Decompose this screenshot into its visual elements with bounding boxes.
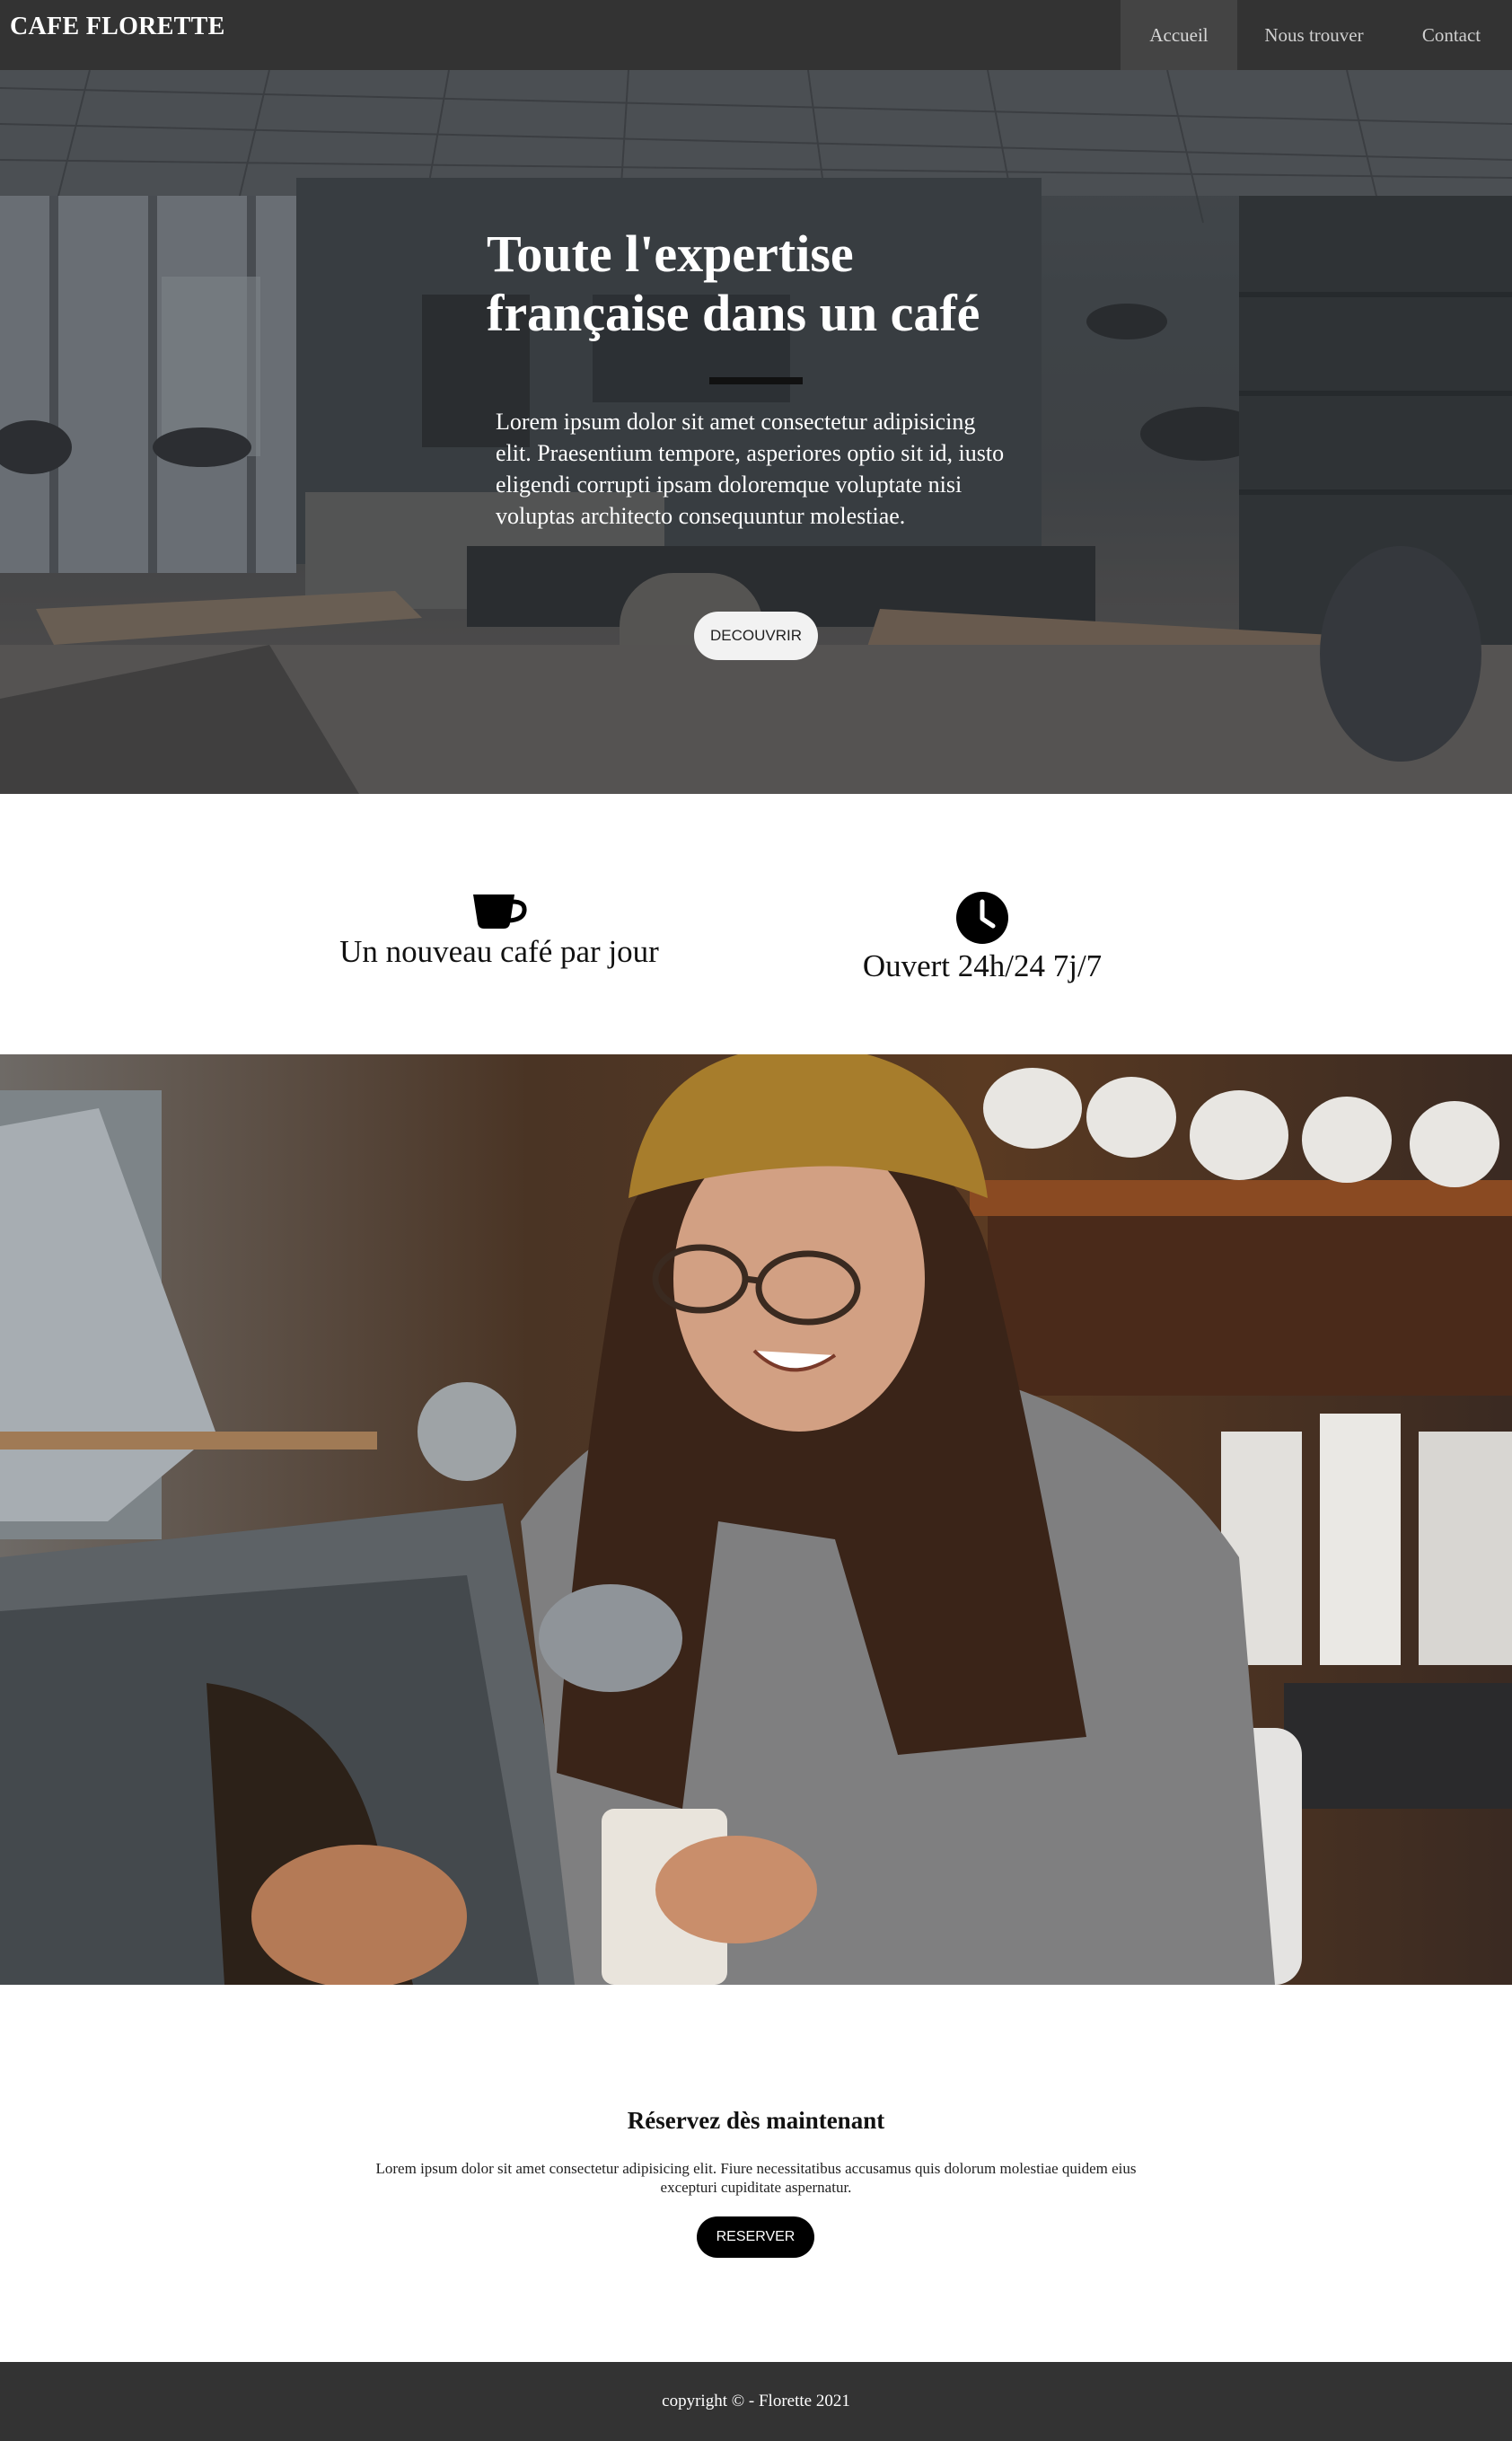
clock-icon [956, 892, 1008, 944]
coffee-cup-icon [473, 894, 527, 929]
nav-menu: Accueil Nous trouver Contact [1121, 0, 1512, 70]
reservation-description: Lorem ipsum dolor sit amet consectetur a… [375, 2160, 1137, 2196]
feature-label: Un nouveau café par jour [339, 934, 659, 969]
hero-section: Toute l'expertise française dans un café… [0, 70, 1512, 794]
nav-link-nous-trouver[interactable]: Nous trouver [1237, 0, 1391, 70]
reserve-button[interactable]: RESERVER [697, 2216, 814, 2258]
hero-divider [709, 377, 803, 384]
reservation-title: Réservez dès maintenant [627, 2107, 885, 2134]
copyright-text: copyright © - Florette 2021 [662, 2392, 850, 2410]
footer: copyright © - Florette 2021 [0, 2362, 1512, 2441]
feature-label: Ouvert 24h/24 7j/7 [862, 948, 1103, 983]
discover-button[interactable]: DECOUVRIR [694, 612, 818, 660]
brand-logo[interactable]: CAFE FLORETTE [10, 13, 225, 41]
barista-image [0, 1054, 1512, 1985]
feature-opening-hours: Ouvert 24h/24 7j/7 [803, 891, 1162, 984]
feature-new-coffee: Un nouveau café par jour [320, 893, 679, 970]
barista-photo [0, 1054, 1512, 1985]
navbar: CAFE FLORETTE Accueil Nous trouver Conta… [0, 0, 1512, 70]
features-section: Un nouveau café par jour Ouvert 24h/24 7… [0, 794, 1512, 1054]
nav-link-contact[interactable]: Contact [1391, 0, 1512, 70]
hero-title: Toute l'expertise française dans un café [487, 225, 980, 342]
hero-description: Lorem ipsum dolor sit amet consectetur a… [496, 409, 1005, 529]
reservation-section: Réservez dès maintenant Lorem ipsum dolo… [0, 1985, 1512, 2362]
nav-link-accueil[interactable]: Accueil [1121, 0, 1237, 70]
